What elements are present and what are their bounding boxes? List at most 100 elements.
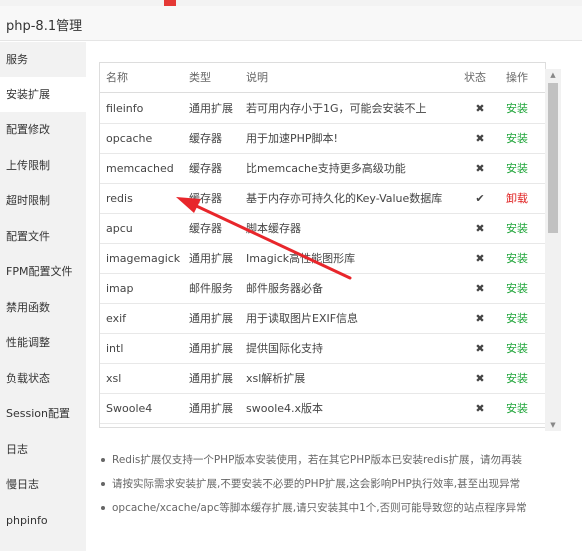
header-status: 状态 — [464, 71, 486, 84]
sidebar-item-log[interactable]: 日志 — [0, 432, 86, 467]
header-op: 操作 — [506, 71, 528, 84]
table-row: redis 缓存器 基于内存亦可持久化的Key-Value数据库 ✔ 卸载 — [100, 184, 545, 214]
cross-icon: ✖ — [475, 102, 485, 115]
extension-type: 缓存器 — [189, 192, 222, 205]
extension-type: 通用扩展 — [189, 342, 233, 355]
header-desc: 说明 — [246, 71, 268, 84]
sidebar-item-phpinfo[interactable]: phpinfo — [0, 503, 86, 538]
extensions-table: 名称 类型 说明 状态 操作 fileinfo 通用扩展 若可用内存小于1G，可能会… — [99, 62, 546, 428]
sidebar-item-fpm-config[interactable]: FPM配置文件 — [0, 254, 86, 289]
cross-icon: ✖ — [475, 312, 485, 325]
extension-type: 缓存器 — [189, 162, 222, 175]
uninstall-link[interactable]: 卸载 — [506, 184, 545, 214]
table-scrollbar[interactable]: ▲ ▼ — [545, 69, 561, 431]
extension-type: 通用扩展 — [189, 102, 233, 115]
extension-name: memcached — [106, 162, 174, 175]
note-text: opcache/xcache/apc等脚本缓存扩展,请只安装其中1个,否则可能导… — [112, 502, 527, 514]
bullet-icon — [101, 506, 105, 510]
extension-name: redis — [106, 192, 133, 205]
extension-type: 邮件服务 — [189, 282, 233, 295]
notes-list: Redis扩展仅支持一个PHP版本安装使用，若在其它PHP版本已安装redis扩… — [99, 452, 559, 524]
cross-icon: ✖ — [475, 222, 485, 235]
extension-desc: 用于加速PHP脚本! — [246, 132, 338, 145]
extension-name: imap — [106, 282, 134, 295]
bullet-icon — [101, 458, 105, 462]
extensions-panel: 名称 类型 说明 状态 操作 fileinfo 通用扩展 若可用内存小于1G，可能会… — [86, 42, 582, 551]
install-link[interactable]: 安装 — [506, 364, 545, 394]
extension-desc: 邮件服务器必备 — [246, 282, 323, 295]
cross-icon: ✖ — [475, 162, 485, 175]
install-link[interactable]: 安装 — [506, 334, 545, 364]
scroll-down-arrow-icon[interactable]: ▼ — [545, 419, 561, 431]
install-link[interactable]: 安装 — [506, 274, 545, 304]
table-row: imap 邮件服务 邮件服务器必备 ✖ 安装 — [100, 274, 545, 304]
table-row: xsl 通用扩展 xsl解析扩展 ✖ 安装 — [100, 364, 545, 394]
extension-name: fileinfo — [106, 102, 144, 115]
cross-icon: ✖ — [475, 372, 485, 385]
scroll-thumb[interactable] — [548, 83, 558, 233]
table-row: opcache 缓存器 用于加速PHP脚本! ✖ 安装 — [100, 124, 545, 154]
extension-name: xsl — [106, 372, 122, 385]
extension-desc: 脚本缓存器 — [246, 222, 301, 235]
header-type: 类型 — [189, 71, 211, 84]
cross-icon: ✖ — [475, 342, 485, 355]
bullet-icon — [101, 482, 105, 486]
sidebar-item-timeout-limit[interactable]: 超时限制 — [0, 183, 86, 218]
table-row: intl 通用扩展 提供国际化支持 ✖ 安装 — [100, 334, 545, 364]
cross-icon: ✖ — [475, 132, 485, 145]
extension-type: 通用扩展 — [189, 252, 233, 265]
extension-desc: xsl解析扩展 — [246, 372, 306, 385]
install-link[interactable]: 安装 — [506, 214, 545, 244]
extension-name: Swoole4 — [106, 402, 153, 415]
install-link[interactable]: 安装 — [506, 394, 545, 424]
extension-type: 通用扩展 — [189, 372, 233, 385]
sidebar-item-load-status[interactable]: 负载状态 — [0, 361, 86, 396]
extension-desc: Imagick高性能图形库 — [246, 252, 356, 265]
extension-type: 通用扩展 — [189, 402, 233, 415]
extension-desc: swoole4.x版本 — [246, 402, 324, 415]
table-row: fileinfo 通用扩展 若可用内存小于1G，可能会安装不上 ✖ 安装 — [100, 94, 545, 124]
note-text: 请按实际需求安装扩展,不要安装不必要的PHP扩展,这会影响PHP执行效率,甚至出… — [112, 478, 521, 490]
note-text: Redis扩展仅支持一个PHP版本安装使用，若在其它PHP版本已安装redis扩… — [112, 454, 523, 466]
install-link[interactable]: 安装 — [506, 124, 545, 154]
scroll-up-arrow-icon[interactable]: ▲ — [545, 69, 561, 81]
cross-icon: ✖ — [475, 282, 485, 295]
php-manager-dialog: php-8.1管理 服务 安装扩展 配置修改 上传限制 超时限制 配置文件 FP… — [0, 6, 582, 551]
sidebar-item-service[interactable]: 服务 — [0, 42, 86, 77]
sidebar: 服务 安装扩展 配置修改 上传限制 超时限制 配置文件 FPM配置文件 禁用函数… — [0, 42, 86, 551]
sidebar-item-session-config[interactable]: Session配置 — [0, 396, 86, 431]
sidebar-item-disabled-functions[interactable]: 禁用函数 — [0, 290, 86, 325]
extension-type: 缓存器 — [189, 132, 222, 145]
table-header: 名称 类型 说明 状态 操作 — [100, 63, 545, 93]
extension-desc: 基于内存亦可持久化的Key-Value数据库 — [246, 192, 443, 205]
note-item: 请按实际需求安装扩展,不要安装不必要的PHP扩展,这会影响PHP执行效率,甚至出… — [99, 476, 559, 500]
extension-name: intl — [106, 342, 124, 355]
table-row: apcu 缓存器 脚本缓存器 ✖ 安装 — [100, 214, 545, 244]
note-item: Redis扩展仅支持一个PHP版本安装使用，若在其它PHP版本已安装redis扩… — [99, 452, 559, 476]
header-name: 名称 — [106, 71, 128, 84]
install-link[interactable]: 安装 — [506, 244, 545, 274]
install-link[interactable]: 安装 — [506, 154, 545, 184]
sidebar-item-config-file[interactable]: 配置文件 — [0, 219, 86, 254]
table-row: Swoole4 通用扩展 swoole4.x版本 ✖ 安装 — [100, 394, 545, 424]
install-link[interactable]: 安装 — [506, 94, 545, 124]
dialog-header: php-8.1管理 — [0, 6, 582, 41]
extension-name: apcu — [106, 222, 133, 235]
sidebar-item-slow-log[interactable]: 慢日志 — [0, 467, 86, 502]
table-row: imagemagick 通用扩展 Imagick高性能图形库 ✖ 安装 — [100, 244, 545, 274]
extension-name: opcache — [106, 132, 153, 145]
extension-desc: 若可用内存小于1G，可能会安装不上 — [246, 102, 427, 115]
sidebar-item-config-edit[interactable]: 配置修改 — [0, 112, 86, 147]
extension-name: exif — [106, 312, 127, 325]
install-link[interactable]: 安装 — [506, 304, 545, 334]
cross-icon: ✖ — [475, 402, 485, 415]
sidebar-item-performance[interactable]: 性能调整 — [0, 325, 86, 360]
note-item: opcache/xcache/apc等脚本缓存扩展,请只安装其中1个,否则可能导… — [99, 500, 559, 524]
extension-name: imagemagick — [106, 252, 181, 265]
sidebar-item-upload-limit[interactable]: 上传限制 — [0, 148, 86, 183]
extension-desc: 用于读取图片EXIF信息 — [246, 312, 359, 325]
table-row: memcached 缓存器 比memcache支持更多高级功能 ✖ 安装 — [100, 154, 545, 184]
extension-type: 缓存器 — [189, 222, 222, 235]
cross-icon: ✖ — [475, 252, 485, 265]
sidebar-item-install-extensions[interactable]: 安装扩展 — [0, 77, 86, 112]
